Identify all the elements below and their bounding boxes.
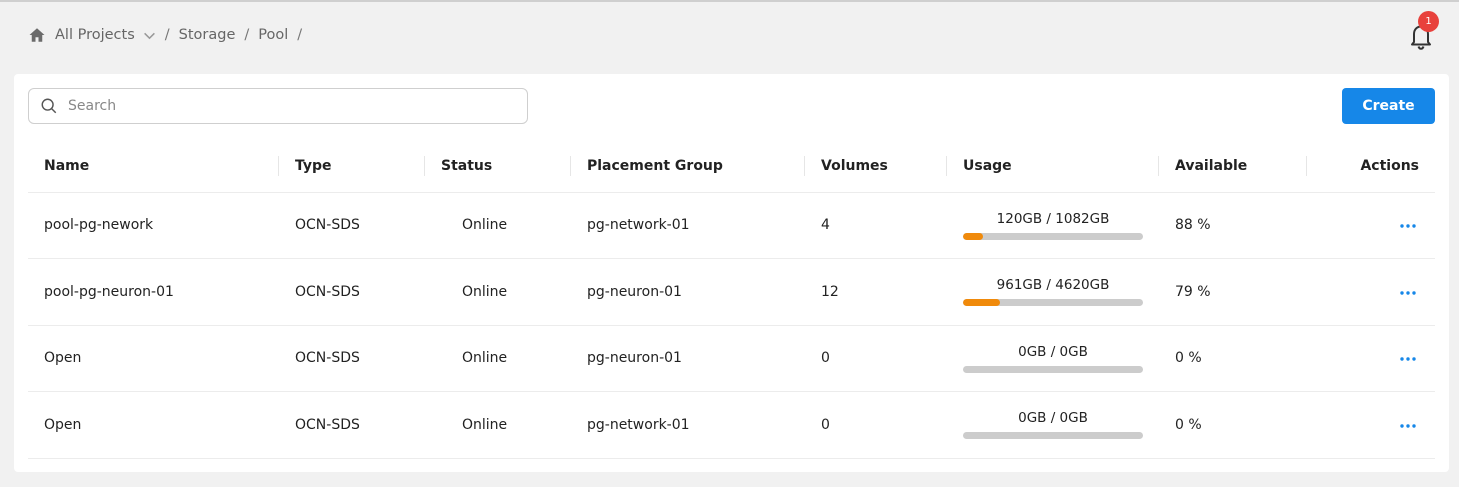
home-icon[interactable] <box>28 25 48 45</box>
table-row[interactable]: Open OCN-SDS Online pg-network-01 0 0GB … <box>28 391 1435 459</box>
table-row[interactable]: pool-pg-neuron-01 OCN-SDS Online pg-neur… <box>28 258 1435 326</box>
pool-name: Open <box>28 325 279 392</box>
pool-type: OCN-SDS <box>279 391 425 459</box>
pool-usage: 0GB / 0GB <box>947 325 1159 392</box>
usage-bar-fill <box>963 232 983 240</box>
breadcrumb-pool[interactable]: Pool <box>258 27 288 43</box>
usage-bar <box>963 232 1143 240</box>
pool-available: 0 % <box>1159 391 1307 459</box>
table-row[interactable]: Open OCN-SDS Online pg-neuron-01 0 0GB /… <box>28 325 1435 392</box>
pool-name: pool-pg-nework <box>28 192 279 259</box>
notification-badge: 1 <box>1418 11 1439 32</box>
pool-volumes: 0 <box>805 391 947 459</box>
row-actions <box>1307 325 1435 392</box>
pool-panel: Create Name Type Status Placement Group … <box>14 74 1449 472</box>
usage-text: 961GB / 4620GB <box>996 277 1110 294</box>
usage-text: 120GB / 1082GB <box>996 210 1110 227</box>
column-header-actions: Actions <box>1307 140 1435 193</box>
pool-type: OCN-SDS <box>279 192 425 259</box>
breadcrumb-separator: / <box>244 27 250 43</box>
usage-meter: 120GB / 1082GB <box>963 211 1143 240</box>
pool-placement-group: pg-network-01 <box>571 391 805 459</box>
pool-volumes: 4 <box>805 192 947 259</box>
pool-placement-group: pg-network-01 <box>571 192 805 259</box>
search-input[interactable] <box>68 92 488 120</box>
row-actions <box>1307 258 1435 326</box>
pool-placement-group: pg-neuron-01 <box>571 258 805 326</box>
pool-status: Online <box>425 192 571 259</box>
pool-status: Online <box>425 325 571 392</box>
usage-bar-fill <box>963 299 1001 307</box>
pool-usage: 120GB / 1082GB <box>947 192 1159 259</box>
column-header-volumes[interactable]: Volumes <box>805 140 947 193</box>
pool-available: 0 % <box>1159 325 1307 392</box>
all-projects-label: All Projects <box>55 27 135 43</box>
row-actions <box>1307 391 1435 459</box>
column-header-placement-group[interactable]: Placement Group <box>571 140 805 193</box>
pool-volumes: 12 <box>805 258 947 326</box>
chevron-down-icon <box>143 29 156 42</box>
usage-meter: 0GB / 0GB <box>963 344 1143 373</box>
search-box[interactable] <box>28 88 528 124</box>
pool-name: Open <box>28 391 279 459</box>
more-horizontal-icon[interactable] <box>1399 356 1417 362</box>
column-header-type[interactable]: Type <box>279 140 425 193</box>
row-actions <box>1307 192 1435 259</box>
column-header-name[interactable]: Name <box>28 140 279 193</box>
usage-text: 0GB / 0GB <box>1018 410 1088 427</box>
table-row[interactable]: pool-pg-nework OCN-SDS Online pg-network… <box>28 192 1435 259</box>
pool-name: pool-pg-neuron-01 <box>28 258 279 326</box>
create-button[interactable]: Create <box>1342 88 1435 124</box>
usage-bar <box>963 299 1143 307</box>
more-horizontal-icon[interactable] <box>1399 223 1417 229</box>
pool-type: OCN-SDS <box>279 325 425 392</box>
all-projects-dropdown[interactable]: All Projects <box>55 27 156 43</box>
pool-usage: 0GB / 0GB <box>947 391 1159 459</box>
pool-status: Online <box>425 391 571 459</box>
more-horizontal-icon[interactable] <box>1399 290 1417 296</box>
table-header-row: Name Type Status Placement Group Volumes… <box>28 140 1435 193</box>
top-divider <box>0 0 1459 2</box>
pool-placement-group: pg-neuron-01 <box>571 325 805 392</box>
column-header-status[interactable]: Status <box>425 140 571 193</box>
pool-usage: 961GB / 4620GB <box>947 258 1159 326</box>
column-header-usage[interactable]: Usage <box>947 140 1159 193</box>
pool-volumes: 0 <box>805 325 947 392</box>
pool-status: Online <box>425 258 571 326</box>
more-horizontal-icon[interactable] <box>1399 423 1417 429</box>
usage-bar <box>963 432 1143 440</box>
usage-text: 0GB / 0GB <box>1018 343 1088 360</box>
breadcrumb-separator: / <box>297 27 303 43</box>
breadcrumb-storage[interactable]: Storage <box>179 27 236 43</box>
usage-meter: 0GB / 0GB <box>963 410 1143 440</box>
breadcrumb: All Projects / Storage / Pool / <box>28 24 311 46</box>
usage-meter: 961GB / 4620GB <box>963 277 1143 307</box>
pool-available: 88 % <box>1159 192 1307 259</box>
search-icon <box>40 97 58 115</box>
pool-type: OCN-SDS <box>279 258 425 326</box>
usage-bar <box>963 365 1143 373</box>
column-header-available[interactable]: Available <box>1159 140 1307 193</box>
pool-available: 79 % <box>1159 258 1307 326</box>
pool-table: Name Type Status Placement Group Volumes… <box>28 140 1435 459</box>
breadcrumb-separator: / <box>164 27 170 43</box>
